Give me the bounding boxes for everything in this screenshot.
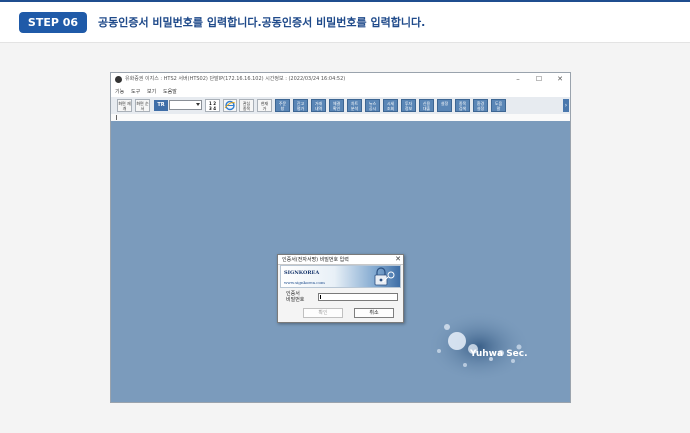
- minimize-button[interactable]: –: [512, 74, 524, 85]
- certificate-password-dialog: 인증서(전자서명) 비밀번호 입력 ✕ SIGNKOREA www.signko…: [277, 254, 404, 323]
- toolbar-shortcut-button[interactable]: 체결 확인: [329, 99, 344, 112]
- menu-item-tools[interactable]: 도구: [131, 88, 140, 95]
- maximize-button[interactable]: ☐: [533, 74, 545, 85]
- workspace-area: Yuhwa Sec. 인증서(전자서명) 비밀번호 입력 ✕ SIGNKOREA…: [111, 121, 570, 402]
- toolbar-shortcut-button[interactable]: 현재 가: [257, 99, 272, 112]
- signkorea-url: www.signkorea.com: [284, 280, 325, 285]
- toolbar-shortcut-button[interactable]: 주문 창: [275, 99, 290, 112]
- toolbar-shortcut-button[interactable]: 차트 분석: [347, 99, 362, 112]
- signkorea-logo: SIGNKOREA: [284, 270, 320, 276]
- window-titlebar[interactable]: 유화증권 이지스 : HTS2 서버(HTS02) 단말IP(172.16.16…: [111, 73, 570, 87]
- toolbar-shortcut-button[interactable]: 시세 조회: [383, 99, 398, 112]
- toolbar-shortcut-button[interactable]: 뉴스 공시: [365, 99, 380, 112]
- toolbar-shortcut-button[interactable]: 투자 정보: [401, 99, 416, 112]
- toolbar-shortcut-button[interactable]: 신용 대출: [419, 99, 434, 112]
- hts-window: 유화증권 이지스 : HTS2 서버(HTS02) 단말IP(172.16.16…: [110, 72, 571, 403]
- toolbar-shortcut-button[interactable]: 잔고 평가: [293, 99, 308, 112]
- lock-key-icon: [374, 267, 395, 286]
- dialog-title: 인증서(전자서명) 비밀번호 입력: [282, 257, 349, 263]
- toolbar-shortcut-button[interactable]: 종목 검색: [455, 99, 470, 112]
- close-icon[interactable]: ✕: [395, 255, 401, 264]
- confirm-button[interactable]: 확인: [303, 308, 343, 318]
- tr-code-select[interactable]: [169, 100, 202, 110]
- window-title: 유화증권 이지스 : HTS2 서버(HTS02) 단말IP(172.16.16…: [125, 76, 346, 82]
- toolbar-shortcut-button[interactable]: 도움 말: [491, 99, 506, 112]
- dialog-titlebar[interactable]: 인증서(전자서명) 비밀번호 입력 ✕: [278, 255, 403, 265]
- step-instruction: 공동인증서 비밀번호를 입력합니다.공동인증서 비밀번호를 입력합니다.: [98, 16, 426, 29]
- app-icon: [115, 76, 122, 83]
- step-header: STEP 06 공동인증서 비밀번호를 입력합니다.공동인증서 비밀번호를 입력…: [0, 0, 690, 43]
- signkorea-banner: SIGNKOREA www.signkorea.com: [280, 265, 401, 288]
- browser-icon[interactable]: [223, 99, 237, 112]
- toolbar-button-screen-resume[interactable]: 화면 재개: [117, 99, 132, 112]
- menu-bar: 기능 도구 보기 도움말: [111, 87, 570, 97]
- certificate-password-input[interactable]: [318, 293, 398, 301]
- menu-item-view[interactable]: 보기: [147, 88, 156, 95]
- chevron-down-icon: [196, 103, 200, 106]
- password-label-line2: 비밀번호: [286, 297, 305, 303]
- toolbar-shortcut-button[interactable]: 관심 종목: [239, 99, 254, 112]
- close-button[interactable]: ✕: [554, 74, 566, 85]
- watermark-text: Yuhwa Sec.: [470, 349, 528, 359]
- main-toolbar: 화면 재개 화면 순서 TR 1 2 3 4 관심 종목 현재 가 주문 창 잔고 평…: [111, 97, 570, 115]
- text-caret: [116, 115, 117, 120]
- toolbar-shortcut-button[interactable]: 거래 내역: [311, 99, 326, 112]
- tr-label: TR: [154, 100, 168, 111]
- toolbar-shortcut-button[interactable]: 환경 설정: [473, 99, 488, 112]
- cancel-button[interactable]: 취소: [354, 308, 394, 318]
- layout-split-button[interactable]: 1 2 3 4: [205, 99, 220, 112]
- toolbar-shortcut-button[interactable]: 설정: [437, 99, 452, 112]
- menu-item-function[interactable]: 기능: [115, 88, 124, 95]
- menu-item-help[interactable]: 도움말: [163, 88, 177, 95]
- chevron-right-icon[interactable]: ›: [563, 99, 569, 112]
- text-caret: [320, 295, 321, 299]
- dandelion-watermark-icon: [429, 307, 531, 379]
- step-badge: STEP 06: [19, 12, 87, 33]
- toolbar-button-screen-order[interactable]: 화면 순서: [135, 99, 150, 112]
- password-label: 인증서 비밀번호: [286, 291, 304, 303]
